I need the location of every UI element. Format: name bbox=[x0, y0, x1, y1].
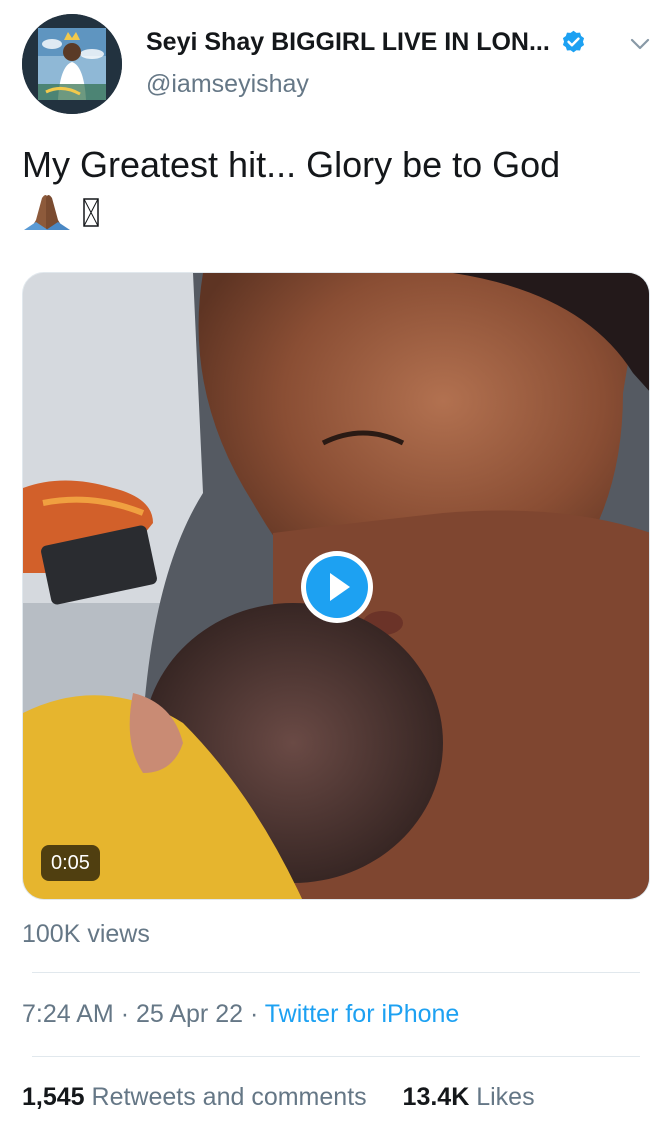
tweet-meta: 7:24 AM · 25 Apr 22 · Twitter for iPhone bbox=[22, 1000, 459, 1029]
chevron-down-icon[interactable] bbox=[628, 32, 652, 56]
tweet-header: Seyi Shay BIGGIRL LIVE IN LON... @iamsey… bbox=[22, 14, 652, 114]
divider bbox=[32, 1056, 640, 1057]
retweets-label: Retweets and comments bbox=[91, 1083, 367, 1111]
video-player[interactable]: 0:05 bbox=[22, 272, 650, 900]
tweet-body: My Greatest hit... Glory be to God bbox=[22, 144, 561, 185]
avatar[interactable] bbox=[22, 14, 122, 114]
folded-hands-emoji bbox=[22, 190, 72, 245]
tweet-time: 7:24 AM bbox=[22, 1000, 114, 1028]
name-row: Seyi Shay BIGGIRL LIVE IN LON... bbox=[146, 28, 587, 57]
retweets-count: 1,545 bbox=[22, 1083, 85, 1111]
tweet-stats: 1,545 Retweets and comments 13.4K Likes bbox=[22, 1083, 535, 1112]
likes-count: 13.4K bbox=[402, 1083, 470, 1111]
meta-separator: · bbox=[249, 1000, 259, 1028]
view-count: 100K views bbox=[22, 920, 150, 948]
tweet-date: 25 Apr 22 bbox=[135, 1000, 243, 1028]
display-name[interactable]: Seyi Shay BIGGIRL LIVE IN LON... bbox=[146, 28, 550, 57]
play-button[interactable] bbox=[301, 551, 373, 623]
user-handle[interactable]: @iamseyishay bbox=[146, 70, 309, 99]
album-cover-avatar bbox=[22, 14, 122, 114]
play-icon bbox=[306, 556, 368, 618]
video-duration: 0:05 bbox=[41, 845, 100, 881]
retweets-stat[interactable]: 1,545 Retweets and comments bbox=[22, 1083, 374, 1111]
likes-stat[interactable]: 13.4K Likes bbox=[396, 1083, 535, 1111]
divider bbox=[32, 972, 640, 973]
meta-separator: · bbox=[120, 1000, 130, 1028]
missing-glyph-box bbox=[82, 193, 102, 243]
tweet-source-link[interactable]: Twitter for iPhone bbox=[265, 1000, 460, 1028]
likes-label: Likes bbox=[476, 1083, 535, 1111]
tweet-text: My Greatest hit... Glory be to God bbox=[22, 140, 652, 245]
verified-badge-icon bbox=[560, 29, 587, 56]
